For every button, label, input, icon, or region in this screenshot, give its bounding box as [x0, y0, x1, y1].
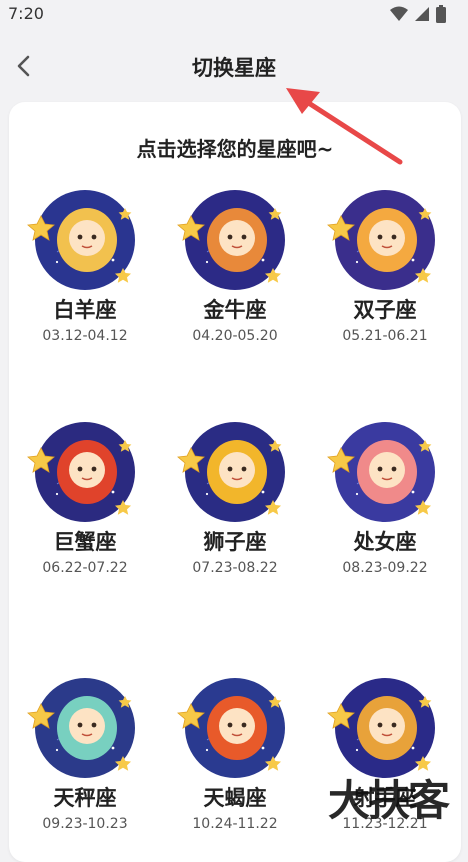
zodiac-illustration-icon: [177, 678, 285, 778]
page-title: 切换星座: [192, 56, 276, 80]
zodiac-date-range: 07.23-08.22: [192, 560, 278, 576]
zodiac-date-range: 05.21-06.21: [342, 328, 428, 344]
zodiac-illustration-icon: [327, 422, 435, 522]
zodiac-badge: [327, 190, 435, 290]
zodiac-date-range: 03.12-04.12: [42, 328, 128, 344]
zodiac-name: 白羊座: [53, 298, 117, 322]
battery-icon: [436, 5, 446, 23]
wifi-icon: [390, 6, 408, 21]
zodiac-illustration-icon: [177, 190, 285, 290]
zodiac-illustration-icon: [177, 422, 285, 522]
zodiac-badge: [327, 678, 435, 778]
signal-icon: [415, 7, 429, 21]
zodiac-name: 处女座: [353, 530, 417, 554]
zodiac-name: 金牛座: [203, 298, 267, 322]
status-bar: 7:20: [0, 0, 468, 28]
zodiac-badge: [177, 678, 285, 778]
zodiac-item-2[interactable]: 金牛座 04.20-05.20: [160, 190, 310, 344]
zodiac-item-4[interactable]: 巨蟹座 06.22-07.22: [10, 422, 160, 576]
zodiac-date-range: 04.20-05.20: [192, 328, 278, 344]
zodiac-name: 巨蟹座: [53, 530, 117, 554]
zodiac-date-range: 10.24-11.22: [192, 816, 278, 832]
zodiac-badge: [27, 678, 135, 778]
zodiac-name: 天秤座: [53, 786, 117, 810]
status-icons: [390, 5, 446, 23]
zodiac-illustration-icon: [327, 190, 435, 290]
zodiac-badge: [177, 422, 285, 522]
zodiac-badge: [27, 422, 135, 522]
watermark: 大扶客: [327, 776, 450, 825]
zodiac-badge: [327, 422, 435, 522]
select-sign-prompt: 点击选择您的星座吧~: [136, 137, 334, 161]
zodiac-date-range: 09.23-10.23: [42, 816, 128, 832]
zodiac-illustration-icon: [27, 190, 135, 290]
zodiac-item-3[interactable]: 双子座 05.21-06.21: [310, 190, 460, 344]
zodiac-name: 双子座: [353, 298, 417, 322]
zodiac-item-5[interactable]: 狮子座 07.23-08.22: [160, 422, 310, 576]
zodiac-badge: [27, 190, 135, 290]
status-time: 7:20: [8, 4, 44, 23]
zodiac-item-7[interactable]: 天秤座 09.23-10.23: [10, 678, 160, 832]
zodiac-name: 天蝎座: [203, 786, 267, 810]
zodiac-name: 狮子座: [203, 530, 267, 554]
zodiac-date-range: 06.22-07.22: [42, 560, 128, 576]
zodiac-item-6[interactable]: 处女座 08.23-09.22: [310, 422, 460, 576]
zodiac-illustration-icon: [27, 422, 135, 522]
zodiac-item-1[interactable]: 白羊座 03.12-04.12: [10, 190, 160, 344]
zodiac-badge: [177, 190, 285, 290]
zodiac-date-range: 08.23-09.22: [342, 560, 428, 576]
zodiac-illustration-icon: [27, 678, 135, 778]
zodiac-item-8[interactable]: 天蝎座 10.24-11.22: [160, 678, 310, 832]
